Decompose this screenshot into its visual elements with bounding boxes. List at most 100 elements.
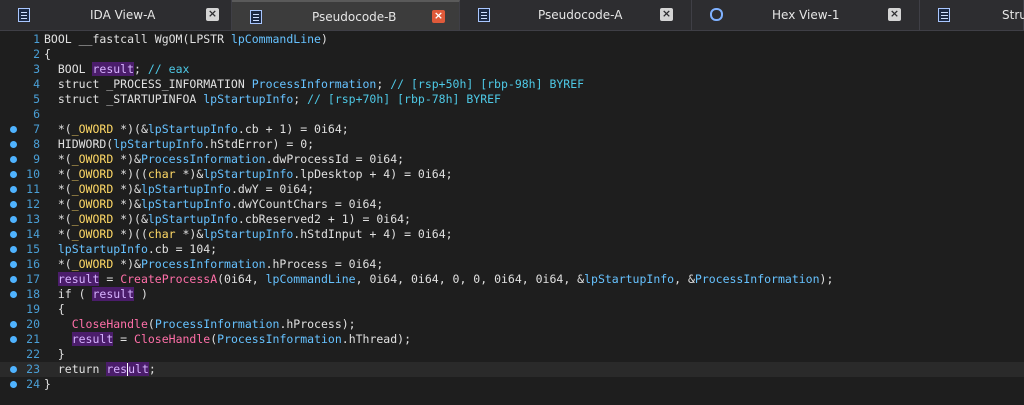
code-text[interactable]: *(_OWORD *)&lpStartupInfo.dwYCountChars … bbox=[44, 197, 383, 212]
code-text[interactable]: { bbox=[44, 302, 65, 317]
breakpoint-dot-icon[interactable] bbox=[10, 156, 17, 163]
breakpoint-dot-icon[interactable] bbox=[10, 186, 17, 193]
code-text[interactable]: *(_OWORD *)&lpStartupInfo.dwY = 0i64; bbox=[44, 182, 314, 197]
highlighted-token: result bbox=[57, 272, 100, 286]
code-line[interactable]: 2{ bbox=[0, 47, 1024, 62]
code-line[interactable]: 19 { bbox=[0, 302, 1024, 317]
code-text[interactable]: result = CreateProcessA(0i64, lpCommandL… bbox=[44, 272, 833, 287]
highlighted-token: result bbox=[92, 62, 135, 76]
close-icon[interactable]: × bbox=[432, 10, 445, 23]
code-line[interactable]: 14 *(_OWORD *)((char *)&lpStartupInfo.hS… bbox=[0, 227, 1024, 242]
code-text[interactable]: } bbox=[44, 377, 51, 392]
tab-pseudocode-a[interactable]: Pseudocode-A × bbox=[460, 0, 692, 30]
breakpoint-dot-icon[interactable] bbox=[10, 216, 17, 223]
breakpoint-dot-icon[interactable] bbox=[10, 291, 17, 298]
variable-token: lpStartupInfo bbox=[140, 197, 231, 211]
breakpoint-dot-icon[interactable] bbox=[10, 321, 17, 328]
tab-label: Pseudocode-A bbox=[538, 8, 623, 22]
variable-token: lpStartupInfo bbox=[147, 212, 238, 226]
tab-hex-view-1[interactable]: Hex View-1 × bbox=[692, 0, 920, 30]
close-icon[interactable]: × bbox=[206, 8, 219, 21]
code-line[interactable]: 9 *(_OWORD *)&ProcessInformation.dwProce… bbox=[0, 152, 1024, 167]
variable-token: lpStartupInfo bbox=[113, 137, 204, 151]
close-icon[interactable]: × bbox=[888, 8, 901, 21]
breakpoint-dot-icon[interactable] bbox=[10, 201, 17, 208]
type-token: _OWORD bbox=[71, 227, 114, 241]
breakpoint-dot-icon[interactable] bbox=[10, 126, 17, 133]
tab-struc[interactable]: Struc bbox=[920, 0, 1024, 30]
code-token: (0i64, bbox=[217, 272, 266, 286]
code-text[interactable]: *(_OWORD *)(&lpStartupInfo.cbReserved2 +… bbox=[44, 212, 411, 227]
code-line[interactable]: 4 struct _PROCESS_INFORMATION ProcessInf… bbox=[0, 77, 1024, 92]
code-token: *)(( bbox=[113, 167, 148, 181]
breakpoint-dot-icon[interactable] bbox=[10, 261, 17, 268]
code-token: *)& bbox=[113, 257, 141, 271]
variable-token: ProcessInformation bbox=[217, 332, 342, 346]
line-number: 6 bbox=[33, 107, 40, 121]
line-number: 3 bbox=[33, 62, 40, 76]
code-text[interactable]: lpStartupInfo.cb = 104; bbox=[44, 242, 217, 257]
code-text[interactable]: HIDWORD(lpStartupInfo.hStdError) = 0; bbox=[44, 137, 314, 152]
code-text[interactable]: *(_OWORD *)((char *)&lpStartupInfo.hStdI… bbox=[44, 227, 453, 242]
code-text[interactable]: { bbox=[44, 47, 51, 62]
line-number: 4 bbox=[33, 77, 40, 91]
code-line[interactable]: 23 return result; bbox=[0, 362, 1024, 377]
code-line[interactable]: 12 *(_OWORD *)&lpStartupInfo.dwYCountCha… bbox=[0, 197, 1024, 212]
tab-pseudocode-b[interactable]: Pseudocode-B × bbox=[232, 0, 460, 30]
breakpoint-dot-icon[interactable] bbox=[10, 336, 17, 343]
code-line[interactable]: 16 *(_OWORD *)&ProcessInformation.hProce… bbox=[0, 257, 1024, 272]
breakpoint-dot-icon[interactable] bbox=[10, 381, 17, 388]
code-text[interactable]: result = CloseHandle(ProcessInformation.… bbox=[44, 332, 411, 347]
code-text[interactable]: *(_OWORD *)&ProcessInformation.hProcess … bbox=[44, 257, 383, 272]
code-text[interactable]: } bbox=[44, 347, 65, 362]
pseudocode-view[interactable]: 1 BOOL __fastcall WgOM(LPSTR lpCommandLin… bbox=[0, 31, 1024, 405]
close-icon[interactable]: × bbox=[660, 8, 673, 21]
line-number: 10 bbox=[26, 167, 40, 181]
code-text[interactable]: *(_OWORD *)((char *)&lpStartupInfo.lpDes… bbox=[44, 167, 453, 182]
code-line[interactable]: 7 *(_OWORD *)(&lpStartupInfo.cb + 1) = 0… bbox=[0, 122, 1024, 137]
line-number: 15 bbox=[26, 242, 40, 256]
breakpoint-dot-icon[interactable] bbox=[10, 171, 17, 178]
breakpoint-dot-icon[interactable] bbox=[10, 246, 17, 253]
code-line[interactable]: 18 if ( result ) bbox=[0, 287, 1024, 302]
code-line[interactable]: 5 struct _STARTUPINFOA lpStartupInfo; //… bbox=[0, 92, 1024, 107]
code-line[interactable]: 1 BOOL __fastcall WgOM(LPSTR lpCommandLin… bbox=[0, 32, 1024, 47]
breakpoint-dot-icon[interactable] bbox=[10, 366, 17, 373]
code-text[interactable]: CloseHandle(ProcessInformation.hProcess)… bbox=[44, 317, 356, 332]
breakpoint-dot-icon[interactable] bbox=[10, 276, 17, 283]
code-token: = bbox=[113, 332, 135, 346]
breakpoint-dot-icon[interactable] bbox=[10, 231, 17, 238]
highlighted-token: res bbox=[106, 362, 128, 376]
breakpoint-dot-icon[interactable] bbox=[10, 141, 17, 148]
code-token: WgOM bbox=[154, 32, 183, 46]
code-line[interactable]: 22 } bbox=[0, 347, 1024, 362]
line-number: 17 bbox=[26, 272, 40, 286]
code-text[interactable]: return result; bbox=[44, 362, 156, 377]
code-token: ); bbox=[819, 272, 834, 286]
variable-token: lpStartupInfo bbox=[140, 182, 231, 196]
code-line[interactable]: 20 CloseHandle(ProcessInformation.hProce… bbox=[0, 317, 1024, 332]
code-line[interactable]: 8 HIDWORD(lpStartupInfo.hStdError) = 0; bbox=[0, 137, 1024, 152]
code-text[interactable]: *(_OWORD *)&ProcessInformation.dwProcess… bbox=[44, 152, 404, 167]
code-text[interactable]: BOOL __fastcall WgOM(LPSTR lpCommandLine… bbox=[44, 32, 328, 47]
tab-ida-view-a[interactable]: IDA View-A × bbox=[0, 0, 232, 30]
code-line[interactable]: 21 result = CloseHandle(ProcessInformati… bbox=[0, 332, 1024, 347]
code-line[interactable]: 15 lpStartupInfo.cb = 104; bbox=[0, 242, 1024, 257]
code-text[interactable]: BOOL result; // eax bbox=[44, 62, 189, 77]
code-line[interactable]: 10 *(_OWORD *)((char *)&lpStartupInfo.lp… bbox=[0, 167, 1024, 182]
code-text[interactable]: struct _STARTUPINFOA lpStartupInfo; // [… bbox=[44, 92, 501, 107]
code-line[interactable]: 13 *(_OWORD *)(&lpStartupInfo.cbReserved… bbox=[0, 212, 1024, 227]
code-text[interactable]: struct _PROCESS_INFORMATION ProcessInfor… bbox=[44, 77, 584, 92]
code-line[interactable]: 11 *(_OWORD *)&lpStartupInfo.dwY = 0i64; bbox=[0, 182, 1024, 197]
code-text[interactable]: *(_OWORD *)(&lpStartupInfo.cb + 1) = 0i6… bbox=[44, 122, 349, 137]
code-line[interactable]: 3 BOOL result; // eax bbox=[0, 62, 1024, 77]
code-text[interactable]: if ( result ) bbox=[44, 287, 148, 302]
code-token: return bbox=[44, 362, 107, 376]
code-line[interactable]: 6 bbox=[0, 107, 1024, 122]
variable-token: ProcessInformation bbox=[694, 272, 820, 286]
variable-token: lpStartupInfo bbox=[203, 92, 294, 106]
code-line[interactable]: 24} bbox=[0, 377, 1024, 392]
code-line[interactable]: 17 result = CreateProcessA(0i64, lpComma… bbox=[0, 272, 1024, 287]
